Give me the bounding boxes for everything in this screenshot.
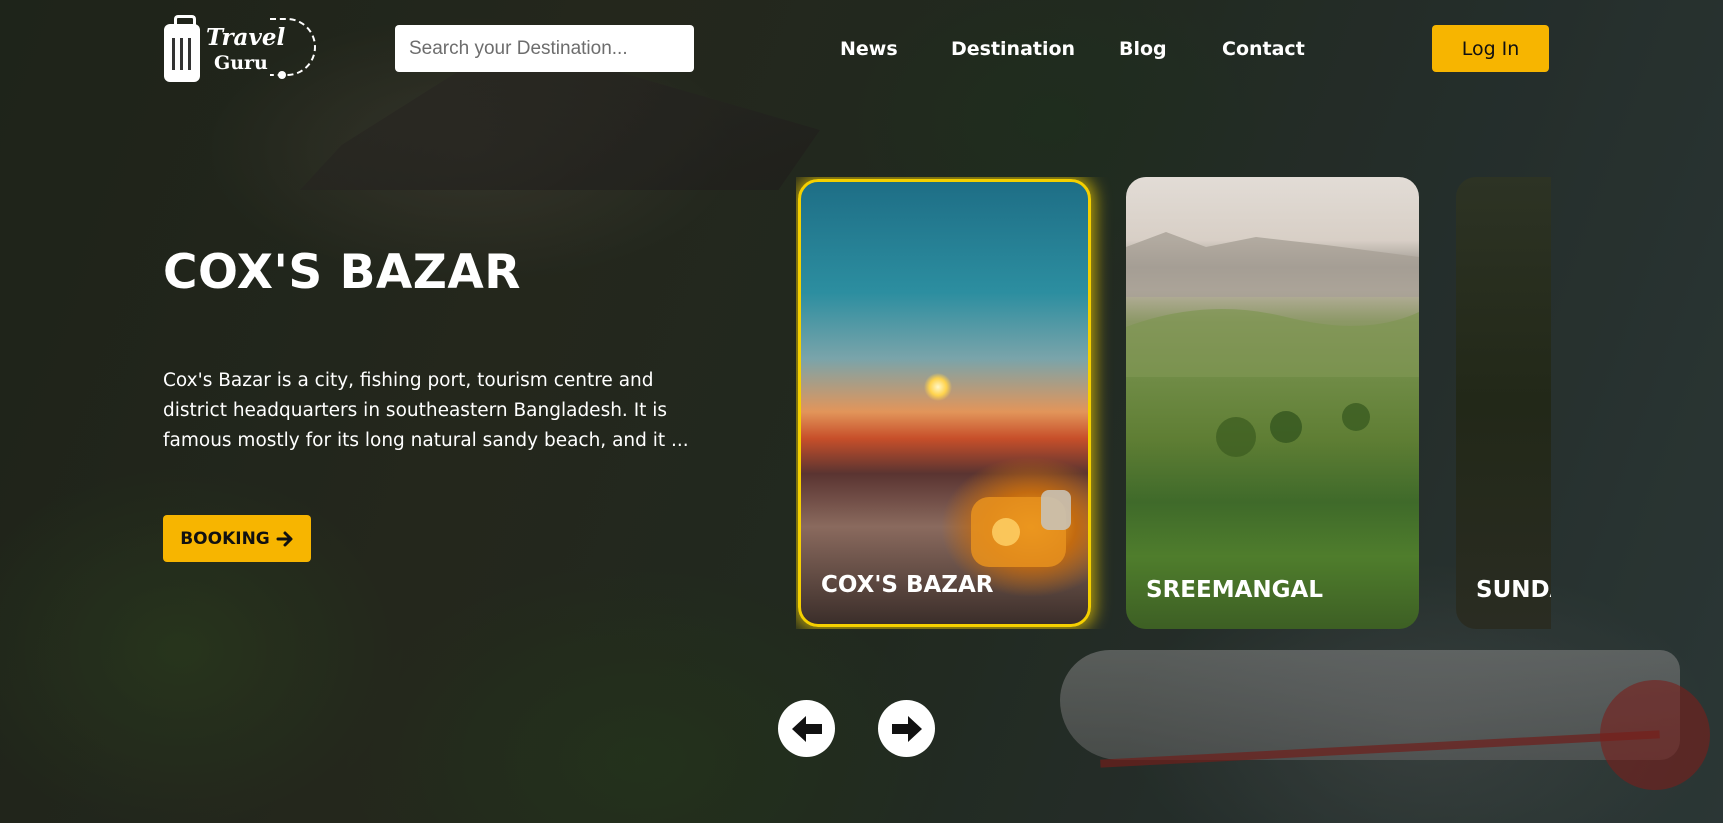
hero-description: Cox's Bazar is a city, fishing port, tou… [163, 370, 689, 451]
login-button[interactable]: Log In [1432, 25, 1549, 72]
nav-item-news[interactable]: News [840, 38, 898, 60]
hills-image [1126, 232, 1419, 457]
destination-card-sreemangal[interactable]: SREEMANGAL [1126, 177, 1419, 629]
glass-jar-image [971, 490, 1071, 567]
arrow-right-icon [891, 715, 922, 742]
nav-item-contact[interactable]: Contact [1222, 38, 1305, 60]
destination-card-sundarbans[interactable]: SUNDARBANS [1456, 177, 1551, 629]
card-label: SUNDARBANS [1476, 577, 1551, 603]
destination-carousel: COX'S BAZAR SREEMANGAL SUNDARBANS [796, 177, 1551, 629]
logo-text-guru: Guru [214, 52, 268, 74]
logo-dashed-path [270, 18, 316, 76]
prev-button[interactable] [778, 700, 835, 757]
booking-button[interactable]: BOOKING [163, 515, 311, 562]
logo[interactable]: Travel Guru [164, 14, 324, 84]
hero-title: COX'S BAZAR [163, 245, 521, 300]
logo-dot [278, 71, 286, 79]
next-button[interactable] [878, 700, 935, 757]
booking-button-label: BOOKING [180, 528, 270, 549]
card-label: SREEMANGAL [1146, 577, 1323, 603]
nav-item-blog[interactable]: Blog [1119, 38, 1167, 60]
arrow-left-icon [791, 715, 822, 742]
card-label: COX'S BAZAR [821, 572, 994, 598]
nav-item-destination[interactable]: Destination [951, 38, 1075, 60]
destination-card-coxs-bazar[interactable]: COX'S BAZAR [798, 179, 1091, 627]
search-input[interactable] [395, 25, 694, 72]
arrow-right-icon [276, 531, 293, 546]
luggage-icon [164, 15, 200, 82]
